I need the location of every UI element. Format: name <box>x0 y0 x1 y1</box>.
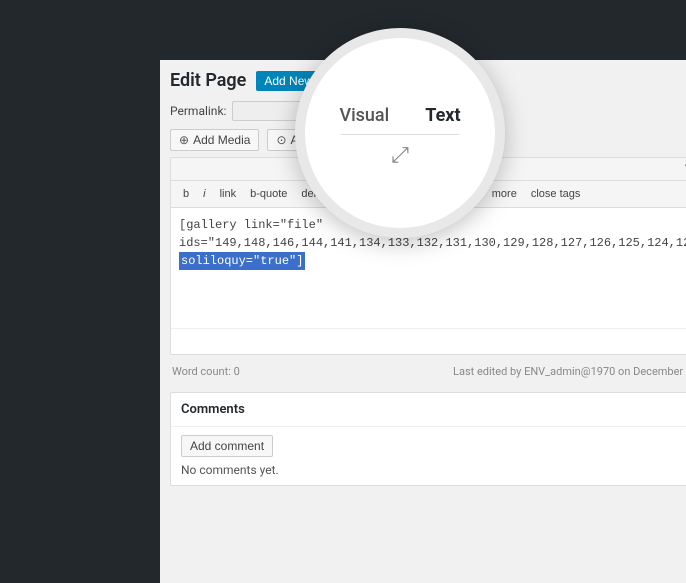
code-highlight-text: soliloquy="true"] <box>179 252 305 270</box>
toolbar-bquote[interactable]: b-quote <box>244 185 293 203</box>
toolbar-italic[interactable]: i <box>197 185 211 203</box>
toolbar-more[interactable]: more <box>486 185 523 203</box>
code-line-2: ids="149,148,146,144,141,134,133,132,131… <box>179 234 686 252</box>
sidebar <box>0 28 160 583</box>
add-comment-button[interactable]: Add comment <box>181 435 273 457</box>
toolbar-row: b i link b-quote del ins img ul ol li co… <box>171 181 686 208</box>
content-area: Edit Page Add New Permalink: Edit ⊕ Add … <box>160 60 686 496</box>
word-count-left: Word count: 0 <box>172 365 240 378</box>
permalink-row: Permalink: Edit <box>170 101 686 121</box>
comments-title: Comments <box>181 402 245 417</box>
permalink-url <box>232 101 432 121</box>
word-count-row: Word count: 0 Last edited by ENV_admin@1… <box>170 359 686 384</box>
page-title-row: Edit Page Add New <box>170 70 686 91</box>
toolbar-ul[interactable]: ul <box>384 185 405 203</box>
add-media-label: Add Media <box>193 133 250 147</box>
code-area[interactable]: [gallery link="file" ids="149,148,146,14… <box>171 208 686 328</box>
comments-header: Comments ▲ <box>171 393 686 427</box>
add-slider-label: Add Slider <box>291 133 346 147</box>
main-content: Screen Options ▾ Help ▾ Edit Page Add Ne… <box>160 28 686 583</box>
editor-tabs: Visual Text <box>171 158 686 181</box>
editor-section: Edit Page Add New Permalink: Edit ⊕ Add … <box>170 70 686 486</box>
add-new-button[interactable]: Add New <box>256 71 321 91</box>
add-slider-icon: ⊙ <box>276 133 286 147</box>
tab-visual[interactable]: Visual <box>673 158 686 180</box>
toolbar-del[interactable]: del <box>295 185 322 203</box>
no-comments-text: No comments yet. <box>181 463 686 477</box>
toolbar-ol[interactable]: ol <box>406 185 427 203</box>
permalink-label: Permalink: <box>170 104 226 118</box>
add-media-icon: ⊕ <box>179 133 189 147</box>
toolbar-img[interactable]: img <box>352 185 382 203</box>
toolbar-li[interactable]: li <box>429 185 446 203</box>
media-buttons-row: ⊕ Add Media ⊙ Add Slider <box>170 129 686 151</box>
editor-box: Visual Text b i link b-quote del ins img… <box>170 157 686 355</box>
toolbar-link[interactable]: link <box>214 185 243 203</box>
comments-box: Comments ▲ Add comment No comments yet. <box>170 392 686 486</box>
add-media-button[interactable]: ⊕ Add Media <box>170 129 259 151</box>
toolbar-ins[interactable]: ins <box>324 185 350 203</box>
expand-btn-row: ⤢ <box>171 328 686 354</box>
permalink-edit-button[interactable]: Edit <box>438 103 471 119</box>
top-bar: Screen Options ▾ Help ▾ <box>160 28 686 60</box>
code-highlight-line: soliloquy="true"] <box>179 252 686 270</box>
code-line-1: [gallery link="file" <box>179 216 686 234</box>
comments-body: Add comment No comments yet. <box>171 427 686 485</box>
page-title: Edit Page <box>170 70 246 91</box>
add-slider-button[interactable]: ⊙ Add Slider <box>267 129 354 151</box>
word-count-right: Last edited by ENV_admin@1970 on Decembe… <box>453 365 686 378</box>
toolbar-close-tags[interactable]: close tags <box>525 185 587 203</box>
toolbar-bold[interactable]: b <box>177 185 195 203</box>
toolbar-code[interactable]: code <box>448 185 484 203</box>
